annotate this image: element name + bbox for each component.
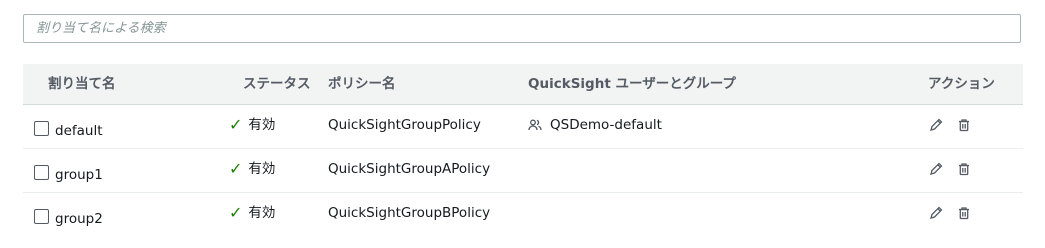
header-policy-name: ポリシー名 [328, 76, 396, 92]
delete-button[interactable] [956, 205, 972, 221]
assignment-name: group2 [55, 211, 103, 227]
header-quicksight: QuickSight ユーザーとグループ [528, 76, 736, 92]
assignment-name: group1 [55, 167, 103, 183]
quicksight-cell: QSDemo-default [528, 115, 662, 135]
table-row: group2 ✓ 有効 QuickSightGroupBPolicy [23, 193, 1023, 236]
edit-button[interactable] [928, 205, 944, 221]
edit-button[interactable] [928, 117, 944, 133]
check-icon: ✓ [229, 115, 243, 134]
table-row: default ✓ 有効 QuickSightGroupPolicy QSDem… [23, 105, 1023, 149]
status-text: 有効 [248, 161, 276, 177]
edit-button[interactable] [928, 161, 944, 177]
row-checkbox[interactable] [34, 121, 49, 136]
row-checkbox[interactable] [34, 209, 49, 224]
pencil-icon [930, 162, 943, 175]
status-cell: ✓ 有効 [229, 159, 275, 179]
assignments-table: 割り当て名 ステータス ポリシー名 QuickSight ユーザーとグループ ア… [23, 64, 1023, 236]
check-icon: ✓ [229, 159, 243, 178]
policy-name: QuickSightGroupAPolicy [328, 161, 491, 177]
delete-button[interactable] [956, 117, 972, 133]
delete-button[interactable] [956, 161, 972, 177]
pencil-icon [930, 206, 943, 219]
trash-icon [959, 119, 969, 132]
status-text: 有効 [248, 117, 276, 133]
trash-icon [959, 163, 969, 176]
trash-icon [959, 207, 969, 220]
status-cell: ✓ 有効 [229, 115, 275, 135]
status-text: 有効 [248, 205, 276, 221]
search-input[interactable] [24, 15, 1020, 42]
quicksight-group[interactable]: QSDemo-default [550, 115, 662, 135]
policy-name: QuickSightGroupPolicy [328, 117, 481, 133]
policy-name: QuickSightGroupBPolicy [328, 205, 491, 221]
table-header: 割り当て名 ステータス ポリシー名 QuickSight ユーザーとグループ ア… [23, 64, 1023, 105]
row-actions [928, 115, 972, 135]
row-actions [928, 203, 972, 223]
header-status: ステータス [243, 76, 311, 92]
row-actions [928, 159, 972, 179]
header-actions: アクション [928, 76, 995, 92]
pencil-icon [930, 118, 943, 131]
row-checkbox[interactable] [34, 165, 49, 180]
assignment-name: default [55, 123, 103, 139]
search-box[interactable] [23, 14, 1021, 43]
header-assignment-name: 割り当て名 [48, 76, 116, 92]
status-cell: ✓ 有効 [229, 203, 275, 223]
check-icon: ✓ [229, 203, 243, 222]
table-row: group1 ✓ 有効 QuickSightGroupAPolicy [23, 149, 1023, 193]
group-icon [528, 119, 542, 131]
